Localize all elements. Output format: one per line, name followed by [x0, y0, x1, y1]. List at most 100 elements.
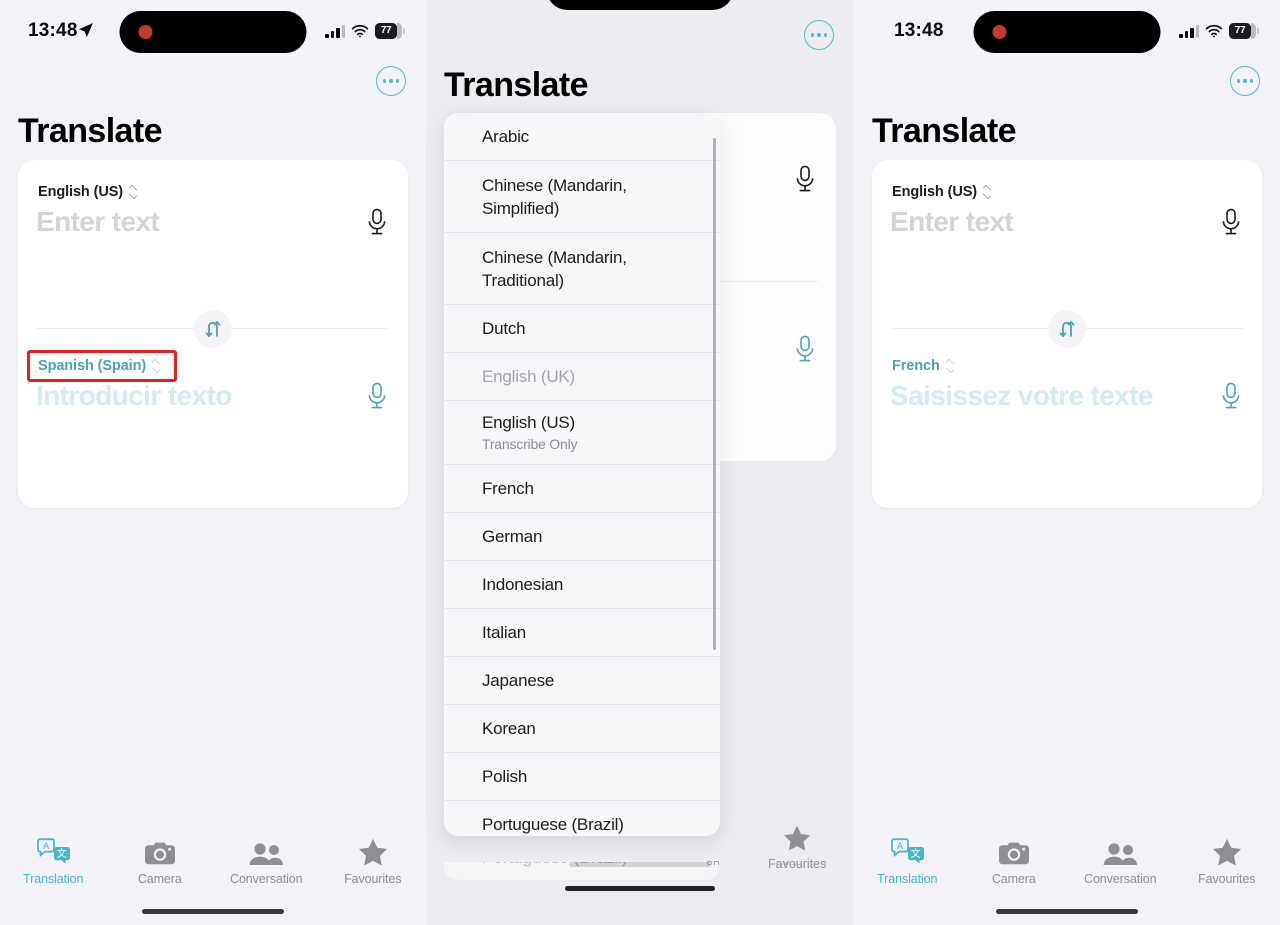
- tab-translation[interactable]: A 文 Translation: [854, 836, 961, 886]
- picker-item-label: Chinese (Mandarin, Simplified): [482, 175, 627, 218]
- svg-text:A: A: [897, 841, 904, 852]
- more-ellipsis-icon[interactable]: [1230, 66, 1260, 96]
- status-time: 13:48: [28, 20, 78, 41]
- location-arrow-icon: [78, 22, 94, 38]
- screenshot-stage: 13:48 77 Translate English (US) Enter te…: [0, 0, 1280, 925]
- source-language-selector[interactable]: English (US): [892, 184, 991, 200]
- target-language-selector[interactable]: Spanish (Spain): [38, 358, 160, 374]
- tab-label: Favourites: [1198, 872, 1256, 886]
- star-icon: [1212, 836, 1242, 866]
- source-language-label: English (US): [892, 184, 977, 200]
- picker-item-label: Polish: [482, 767, 528, 786]
- microphone-icon[interactable]: [794, 165, 816, 195]
- cellular-bars-icon: [1179, 24, 1199, 38]
- svg-text:A: A: [43, 841, 50, 852]
- battery-icon: 77: [375, 23, 405, 39]
- ghost-duplicate-artifact: Portuguese (Brazil) on Favourites: [426, 862, 854, 925]
- target-section: Spanish (Spain) Introducir texto: [18, 334, 408, 508]
- tab-conversation[interactable]: Conversation: [213, 836, 320, 886]
- partial-tab-label-ghost: on: [706, 862, 720, 868]
- picker-row-disabled: English (UK): [444, 353, 720, 401]
- page-title: Translate: [444, 66, 589, 104]
- picker-row[interactable]: Japanese: [444, 657, 720, 705]
- tab-bar: A 文 Translation Camera Conversation Favo…: [854, 830, 1280, 925]
- target-language-selector[interactable]: French: [892, 358, 954, 374]
- source-text-placeholder[interactable]: Enter text: [890, 206, 1014, 238]
- picker-row[interactable]: Italian: [444, 609, 720, 657]
- tab-label: Conversation: [230, 872, 303, 886]
- chevron-updown-icon: [982, 185, 991, 199]
- language-picker-list[interactable]: Arabic Chinese (Mandarin, Simplified) Ch…: [444, 113, 720, 836]
- camera-icon: [144, 836, 175, 866]
- microphone-icon[interactable]: [794, 335, 816, 365]
- source-text-placeholder[interactable]: Enter text: [36, 206, 160, 238]
- battery-percent: 77: [1234, 25, 1246, 36]
- dynamic-island: [119, 11, 307, 53]
- tab-translation[interactable]: A 文 Translation: [0, 836, 107, 886]
- tab-favourites[interactable]: Favourites: [1174, 836, 1280, 886]
- picker-row[interactable]: Chinese (Mandarin, Simplified): [444, 161, 720, 233]
- status-indicators: 77: [1179, 21, 1259, 41]
- picker-item-label: German: [482, 527, 543, 546]
- source-language-selector[interactable]: English (US): [38, 184, 137, 200]
- battery-percent: 77: [380, 25, 392, 36]
- picker-row[interactable]: Indonesian: [444, 561, 720, 609]
- chevron-updown-icon: [945, 359, 954, 373]
- tab-camera[interactable]: Camera: [107, 836, 214, 886]
- phone-panel-right: 13:48 77 Translate English (US) Enter te…: [854, 0, 1280, 925]
- home-indicator: [142, 909, 284, 914]
- picker-item-label: English (UK): [482, 367, 576, 386]
- picker-row[interactable]: Dutch: [444, 305, 720, 353]
- translate-card: English (US) Enter text: [872, 160, 1262, 508]
- status-time: 13:48: [894, 20, 944, 41]
- picker-scrollbar[interactable]: [713, 138, 716, 650]
- source-section: English (US) Enter text: [872, 160, 1262, 334]
- phone-panel-middle: Translate Arabic Chinese (Mandarin, Simp…: [426, 0, 854, 925]
- picker-row[interactable]: German: [444, 513, 720, 561]
- camera-icon: [998, 836, 1029, 866]
- picker-row[interactable]: French: [444, 465, 720, 513]
- tab-conversation[interactable]: Conversation: [1067, 836, 1174, 886]
- more-ellipsis-icon[interactable]: [804, 20, 834, 50]
- target-language-label: French: [892, 358, 940, 374]
- microphone-icon[interactable]: [366, 208, 388, 238]
- tab-label: Favourites: [344, 872, 402, 886]
- picker-item-label: Indonesian: [482, 575, 564, 594]
- microphone-icon[interactable]: [1220, 382, 1242, 412]
- picker-item-label: Korean: [482, 719, 536, 738]
- picker-item-label: Arabic: [482, 127, 529, 146]
- microphone-icon[interactable]: [366, 382, 388, 412]
- more-ellipsis-icon[interactable]: [376, 66, 406, 96]
- target-text-placeholder[interactable]: Introducir texto: [36, 380, 232, 412]
- tab-camera[interactable]: Camera: [961, 836, 1068, 886]
- star-icon: [783, 825, 811, 851]
- home-indicator-ghost: [565, 886, 715, 891]
- conversation-people-icon: [249, 836, 284, 866]
- status-indicators: 77: [325, 21, 405, 41]
- picker-row[interactable]: Portuguese (Brazil): [444, 801, 720, 836]
- wifi-icon: [351, 24, 369, 38]
- camera-dot-icon: [138, 25, 153, 39]
- picker-row[interactable]: Polish: [444, 753, 720, 801]
- page-title: Translate: [872, 112, 1017, 150]
- picker-row[interactable]: Korean: [444, 705, 720, 753]
- picker-row[interactable]: Arabic: [444, 113, 720, 161]
- page-title: Translate: [18, 112, 163, 150]
- picker-item-label: Chinese (Mandarin, Traditional): [482, 247, 627, 290]
- target-language-label: Spanish (Spain): [38, 358, 147, 374]
- microphone-icon[interactable]: [1220, 208, 1242, 238]
- dynamic-island: [973, 11, 1161, 53]
- target-section: French Saisissez votre texte: [872, 334, 1262, 508]
- picker-item-label: English (US): [482, 413, 576, 432]
- tab-label: Camera: [991, 872, 1036, 886]
- phone-panel-left: 13:48 77 Translate English (US) Enter te…: [0, 0, 426, 925]
- tab-label: Translation: [23, 872, 84, 886]
- home-indicator: [996, 909, 1138, 914]
- chevron-updown-icon: [151, 359, 160, 373]
- tab-favourites[interactable]: Favourites: [320, 836, 427, 886]
- picker-row[interactable]: English (US) Transcribe Only: [444, 401, 720, 465]
- target-text-placeholder[interactable]: Saisissez votre texte: [890, 380, 1153, 412]
- source-section: English (US) Enter text: [18, 160, 408, 334]
- picker-row[interactable]: Chinese (Mandarin, Traditional): [444, 233, 720, 305]
- translation-bubbles-icon: A 文: [36, 836, 71, 866]
